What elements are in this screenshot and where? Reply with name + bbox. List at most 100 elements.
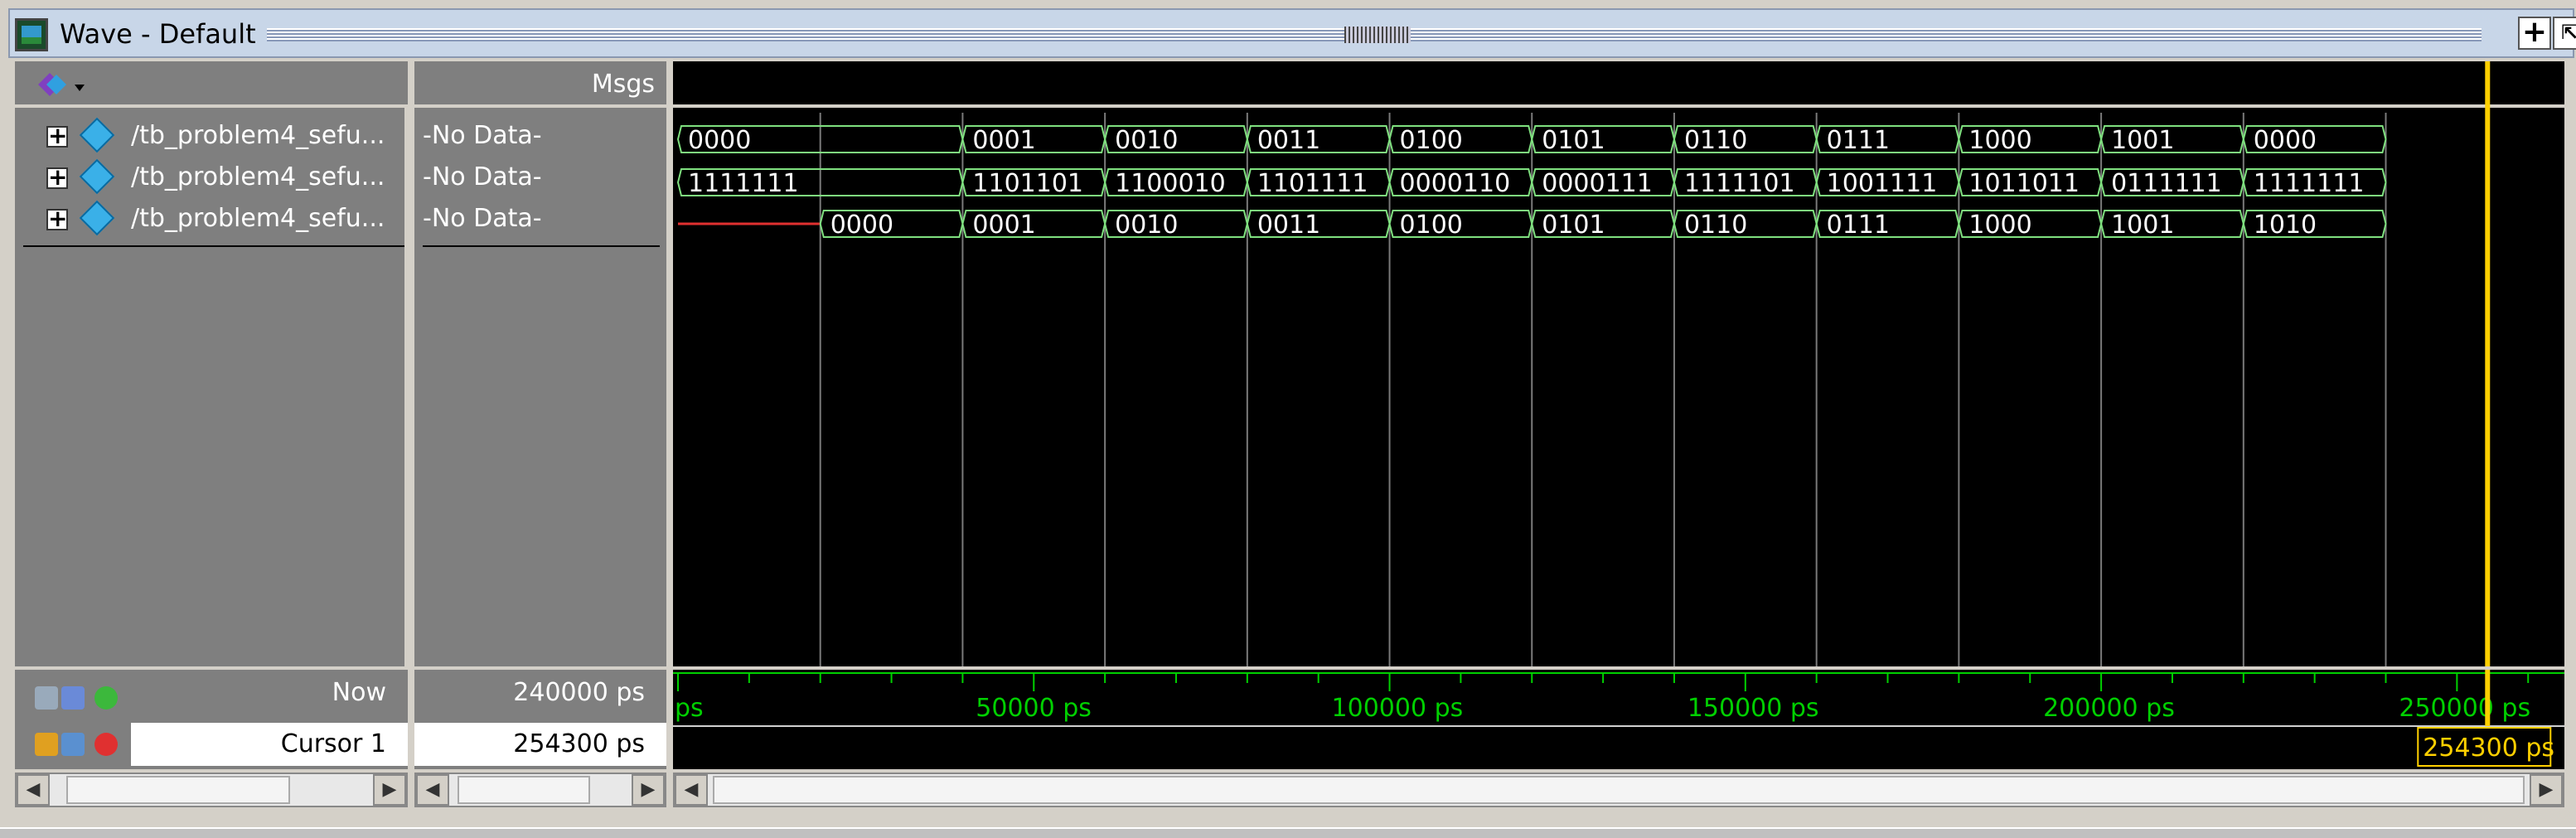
bus-value-label: 0111 (1827, 126, 1890, 155)
scroll-thumb[interactable] (713, 776, 2525, 804)
signal-values-pane: Msgs -No Data- -No Data- -No Data- (414, 61, 666, 666)
bus-value-label: 1101111 (1257, 169, 1368, 198)
bus-signal-icon (79, 200, 115, 236)
bus-signal-icon (79, 117, 115, 153)
expand-icon[interactable]: + (46, 124, 68, 148)
wrench-icon[interactable] (61, 733, 85, 756)
cursor-values-pane: 240000 ps 254300 ps (414, 670, 666, 769)
values-header: Msgs (414, 61, 666, 108)
expand-icon[interactable]: + (46, 207, 68, 230)
signal-row-2[interactable]: + /tb_problem4_sefu... (15, 157, 408, 199)
bus-value-label: 1000 (1968, 126, 2031, 155)
values-horizontal-scrollbar[interactable]: ◀ ▶ (414, 773, 666, 807)
bus-value-label: 0010 (1115, 126, 1178, 155)
bus-value-label: 0000 (830, 211, 893, 240)
delete-cursor-icon[interactable] (94, 733, 118, 756)
scroll-left-button[interactable]: ◀ (416, 774, 449, 806)
scroll-thumb[interactable] (66, 776, 290, 804)
wave-window: Wave - Default + ⇱ + /tb_problem4_sefu..… (0, 0, 2576, 838)
cursor-label: Cursor 1 (280, 729, 386, 758)
bus-value-label: 0000 (2254, 126, 2317, 155)
bus-value-label: 1011011 (1968, 169, 2080, 198)
signal-value: -No Data- (423, 204, 542, 233)
insert-marker-line (423, 245, 660, 247)
signal-name[interactable]: /tb_problem4_sefu... (131, 162, 385, 191)
axis-tick-label: 50000 ps (976, 694, 1092, 723)
names-header (15, 61, 408, 108)
waveform-canvas[interactable]: 0000 0001 0010 0011 0100 0101 0110 0111 1000 1001… (673, 61, 2564, 666)
add-pane-button[interactable]: + (2518, 17, 2551, 50)
bus-value-label: 0100 (1400, 126, 1463, 155)
add-cursor-icon[interactable] (94, 686, 118, 710)
bottom-tab-strip[interactable] (0, 827, 2576, 838)
axis-tick-label: ps (675, 694, 704, 723)
bus-value-label: 1111101 (1684, 169, 1795, 198)
scroll-left-button[interactable]: ◀ (675, 774, 708, 806)
signal-name[interactable]: /tb_problem4_sefu... (131, 204, 385, 233)
lock-icon[interactable] (35, 733, 58, 756)
scroll-right-button[interactable]: ▶ (373, 774, 406, 806)
bus-value-label: 0111111 (2111, 169, 2222, 198)
insert-marker-line (23, 245, 404, 247)
add-signal-icon[interactable] (35, 68, 93, 101)
bus-value-label: 0110 (1684, 126, 1747, 155)
time-axis-pane[interactable]: ps 50000 ps 100000 ps 150000 ps 200000 ps 250… (673, 670, 2564, 769)
bus-value-label: 1001 (2111, 126, 2174, 155)
scroll-left-button[interactable]: ◀ (17, 774, 50, 806)
bus-value-label: 1001 (2111, 211, 2174, 240)
window-title: Wave - Default (60, 18, 256, 50)
signal-name[interactable]: /tb_problem4_sefu... (131, 121, 385, 150)
value-row-1[interactable]: -No Data- (414, 116, 666, 157)
bus-value-label: 1111111 (688, 169, 799, 198)
bus-value-label: 0111 (1827, 211, 1890, 240)
bus-value-label: 1100010 (1115, 169, 1226, 198)
bus-value-label: 0011 (1257, 126, 1320, 155)
signal-value: -No Data- (423, 162, 542, 191)
bus-value-label: 1001111 (1827, 169, 1938, 198)
scroll-right-button[interactable]: ▶ (2530, 774, 2563, 806)
signal-row-3[interactable]: + /tb_problem4_sefu... (15, 199, 408, 240)
axis-tick-label: 200000 ps (2043, 694, 2175, 723)
waveform-pane[interactable]: 0000 0001 0010 0011 0100 0101 0110 0111 1000 1001… (673, 61, 2564, 666)
cursor-names-pane: Now Cursor 1 (15, 670, 408, 769)
signal-row-1[interactable]: + /tb_problem4_sefu... (15, 116, 408, 157)
bus-value-label: 1000 (1968, 211, 2031, 240)
msgs-label: Msgs (591, 70, 655, 99)
bus-value-label: 1101101 (972, 169, 1083, 198)
cursor-add-icon[interactable] (35, 686, 58, 710)
dock-handle[interactable] (1344, 27, 1411, 43)
undock-button[interactable]: ⇱ (2553, 17, 2576, 50)
bus-value-label: 0101 (1542, 211, 1605, 240)
expand-icon[interactable]: + (46, 166, 68, 189)
bus-value-label: 0001 (972, 126, 1035, 155)
names-horizontal-scrollbar[interactable]: ◀ ▶ (15, 773, 408, 807)
cursor-value-cell[interactable]: 254300 ps (414, 723, 666, 766)
cursor-name-cell[interactable]: Cursor 1 (131, 723, 408, 766)
scroll-thumb[interactable] (458, 776, 590, 804)
signal-names-pane: + /tb_problem4_sefu... + /tb_problem4_se… (15, 61, 408, 666)
signal-value: -No Data- (423, 121, 542, 150)
time-axis[interactable]: ps 50000 ps 100000 ps 150000 ps 200000 ps 250… (673, 670, 2564, 769)
axis-tick-label: 250000 ps (2399, 694, 2530, 723)
scroll-right-button[interactable]: ▶ (632, 774, 665, 806)
cursor-edit-icon[interactable] (61, 686, 85, 710)
bus-value-label: 0100 (1400, 211, 1463, 240)
bus-value-label: 1010 (2254, 211, 2317, 240)
now-label: Now (332, 678, 386, 707)
wave-app-icon[interactable] (15, 18, 48, 51)
cursor-value: 254300 ps (513, 729, 645, 758)
value-row-3[interactable]: -No Data- (414, 199, 666, 240)
bus-value-label: 0000110 (1400, 169, 1511, 198)
bus-value-label: 0000 (688, 126, 751, 155)
bus-signal-icon (79, 158, 115, 195)
bus-value-label: 0101 (1542, 126, 1605, 155)
bus-value-label: 1111111 (2254, 169, 2365, 198)
axis-tick-label: 150000 ps (1687, 694, 1819, 723)
cursor-flag-label: 254300 ps (2423, 734, 2554, 763)
bus-value-label: 0110 (1684, 211, 1747, 240)
wave-horizontal-scrollbar[interactable]: ◀ ▶ (673, 773, 2564, 807)
value-row-2[interactable]: -No Data- (414, 157, 666, 199)
bus-value-label: 0001 (972, 211, 1035, 240)
title-bar[interactable]: Wave - Default + ⇱ (8, 8, 2576, 58)
bus-value-label: 0000111 (1542, 169, 1653, 198)
